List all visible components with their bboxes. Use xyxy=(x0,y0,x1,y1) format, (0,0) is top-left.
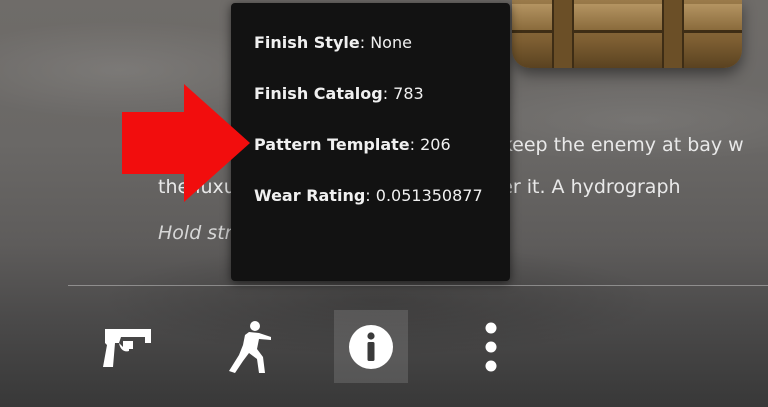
pattern-template-row: Pattern Template: 206 xyxy=(254,135,451,154)
pistol-icon xyxy=(103,328,151,367)
soldier-icon xyxy=(229,320,271,373)
case-strap xyxy=(662,0,684,68)
more-options-button[interactable] xyxy=(454,310,528,383)
finish-style-label: Finish Style xyxy=(254,33,360,52)
wear-rating-label: Wear Rating xyxy=(254,186,366,205)
finish-style-row: Finish Style: None xyxy=(254,33,412,52)
agent-button[interactable] xyxy=(212,310,286,383)
toolbar-divider xyxy=(68,285,768,286)
finish-catalog-value: : 783 xyxy=(382,84,424,103)
wear-rating-row: Wear Rating: 0.051350877 xyxy=(254,186,483,205)
red-arrow-annotation xyxy=(122,84,250,202)
case-band xyxy=(512,4,742,33)
weapon-button[interactable] xyxy=(92,310,166,383)
case-strap xyxy=(552,0,574,68)
more-vertical-icon xyxy=(485,322,497,371)
pattern-template-value: : 206 xyxy=(409,135,451,154)
item-details-tooltip: Finish Style: None Finish Catalog: 783 P… xyxy=(231,3,510,281)
wear-rating-value: : 0.051350877 xyxy=(365,186,483,205)
finish-style-value: : None xyxy=(359,33,412,52)
weapon-case-image xyxy=(512,0,742,68)
finish-catalog-row: Finish Catalog: 783 xyxy=(254,84,424,103)
info-icon xyxy=(349,324,393,369)
pattern-template-label: Pattern Template xyxy=(254,135,410,154)
inspect-info-button[interactable] xyxy=(334,310,408,383)
finish-catalog-label: Finish Catalog xyxy=(254,84,383,103)
